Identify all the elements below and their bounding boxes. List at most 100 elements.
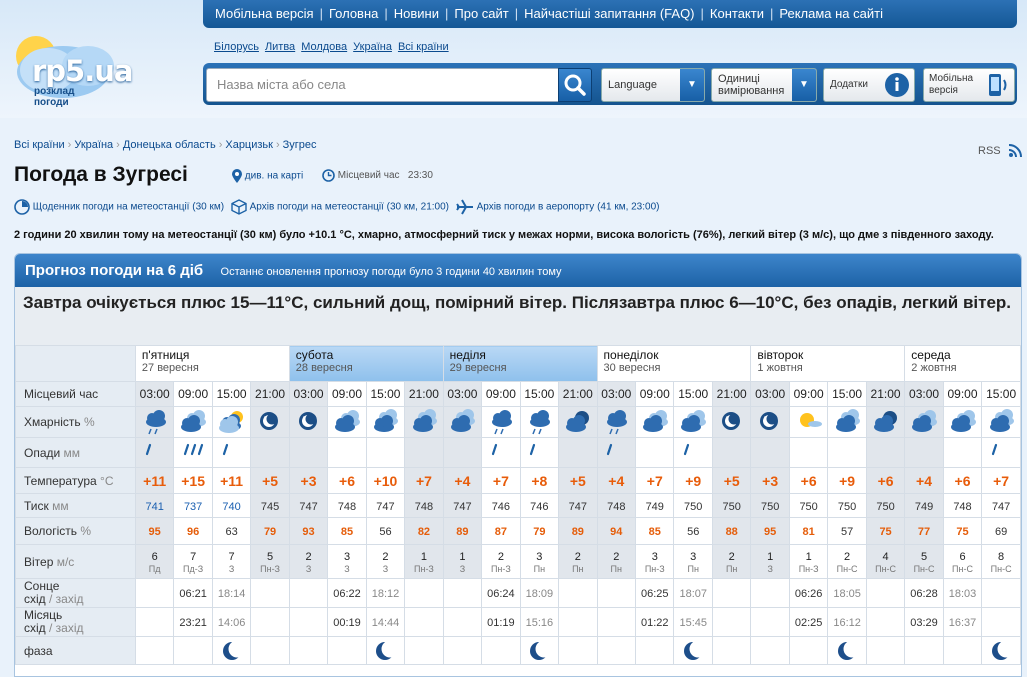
nav-link[interactable]: Новини <box>394 6 439 21</box>
day-header[interactable]: п'ятниця 27 вересня <box>134 345 290 382</box>
precip-cell[interactable] <box>288 437 329 468</box>
wind-cell[interactable]: 2 Пн <box>558 544 598 579</box>
cloud-cell[interactable] <box>673 406 713 438</box>
cloud-cell[interactable] <box>942 406 983 438</box>
cloud-cell[interactable] <box>788 406 829 438</box>
breadcrumb-link[interactable]: Україна <box>74 139 113 151</box>
wind-cell[interactable]: 5 Пн-С <box>904 544 944 579</box>
nav-link[interactable]: Мобільна версія <box>215 6 314 21</box>
search-button[interactable] <box>558 68 592 102</box>
nav-link[interactable]: Контакти <box>710 6 764 21</box>
wind-cell[interactable]: 2 Пн-С <box>827 544 867 579</box>
precip-cell[interactable] <box>250 437 290 468</box>
wind-cell[interactable]: 7З <box>211 544 252 579</box>
cloud-cell[interactable] <box>327 406 367 438</box>
precip-cell[interactable] <box>134 437 175 468</box>
day-header[interactable]: субота 28 вересня <box>288 345 444 382</box>
wind-cell[interactable]: 3З <box>327 544 367 579</box>
wind-cell[interactable]: 3 Пн <box>519 544 560 579</box>
day-header[interactable]: вівторок 1 жовтня <box>750 345 906 382</box>
precip-cell[interactable] <box>865 437 906 468</box>
precip-cell[interactable] <box>942 437 983 468</box>
precip-cell[interactable] <box>827 437 867 468</box>
precip-cell[interactable] <box>981 437 1021 468</box>
cloud-cell[interactable] <box>211 406 252 438</box>
nav-link[interactable]: Головна <box>329 6 378 21</box>
wind-cell[interactable]: 3 Пн-З <box>635 544 675 579</box>
precip-cell[interactable] <box>481 437 521 468</box>
station-archive-link[interactable]: Архів погоди на метеостанції (30 км, 21:… <box>250 202 449 213</box>
country-link[interactable]: Литва <box>265 41 295 53</box>
precip-cell[interactable] <box>442 437 483 468</box>
breadcrumb-link[interactable]: Донецька область <box>123 139 216 151</box>
day-header[interactable]: неділя 29 вересня <box>442 345 598 382</box>
wind-cell[interactable]: 2 Пн <box>711 544 752 579</box>
diary-link[interactable]: Щоденник погоди на метеостанції (30 км) <box>33 202 224 213</box>
cloud-cell[interactable] <box>558 406 598 438</box>
cloud-cell[interactable] <box>635 406 675 438</box>
precip-cell[interactable] <box>596 437 637 468</box>
cloud-cell[interactable] <box>711 406 752 438</box>
cloud-cell[interactable] <box>865 406 906 438</box>
wind-cell[interactable]: 6 Пн-С <box>942 544 983 579</box>
wind-cell[interactable]: 1З <box>750 544 790 579</box>
nav-link[interactable]: Найчастіші запитання (FAQ) <box>524 6 694 21</box>
cloud-cell[interactable] <box>288 406 329 438</box>
wind-cell[interactable]: 1З <box>442 544 483 579</box>
wind-cell[interactable]: 2З <box>288 544 329 579</box>
breadcrumb-link[interactable]: Всі країни <box>14 139 65 151</box>
precip-cell[interactable] <box>558 437 598 468</box>
breadcrumb-link[interactable]: Харцизьк <box>225 139 273 151</box>
precip-cell[interactable] <box>327 437 367 468</box>
precip-cell[interactable] <box>404 437 444 468</box>
site-logo[interactable]: rp5.ua розклад погоди <box>8 28 200 118</box>
airport-archive-link[interactable]: Архів погоди в аеропорту (41 км, 23:00) <box>477 202 660 213</box>
country-link[interactable]: Україна <box>353 41 392 53</box>
country-link[interactable]: Молдова <box>301 41 347 53</box>
precip-cell[interactable] <box>173 437 213 468</box>
precip-cell[interactable] <box>904 437 944 468</box>
precip-cell[interactable] <box>711 437 752 468</box>
precip-cell[interactable] <box>635 437 675 468</box>
nav-link[interactable]: Про сайт <box>454 6 508 21</box>
cloud-cell[interactable] <box>404 406 444 438</box>
mobile-version-button[interactable]: Мобільна версія <box>923 68 1015 102</box>
day-header[interactable]: понеділок 30 вересня <box>596 345 752 382</box>
wind-cell[interactable]: 1 Пн-З <box>404 544 444 579</box>
day-header[interactable]: середа 2 жовтня <box>904 345 1021 382</box>
cloud-cell[interactable] <box>827 406 867 438</box>
wind-cell[interactable]: 8 Пн-С <box>981 544 1021 579</box>
cloud-cell[interactable] <box>750 406 790 438</box>
precip-cell[interactable] <box>519 437 560 468</box>
wind-cell[interactable]: 4 Пн-С <box>865 544 906 579</box>
cloud-cell[interactable] <box>904 406 944 438</box>
wind-cell[interactable]: 6 Пд <box>134 544 175 579</box>
wind-cell[interactable]: 5 Пн-З <box>250 544 290 579</box>
wind-cell[interactable]: 7 Пд-З <box>173 544 213 579</box>
wind-cell[interactable]: 1 Пн-З <box>788 544 829 579</box>
precip-cell[interactable] <box>673 437 713 468</box>
cloud-cell[interactable] <box>519 406 560 438</box>
country-link[interactable]: Білорусь <box>214 41 259 53</box>
wind-cell[interactable]: 3 Пн <box>673 544 713 579</box>
cloud-cell[interactable] <box>981 406 1021 438</box>
language-select[interactable]: Language ▼ <box>601 68 705 102</box>
cloud-cell[interactable] <box>250 406 290 438</box>
nav-link[interactable]: Реклама на сайті <box>779 6 883 21</box>
cloud-cell[interactable] <box>173 406 213 438</box>
map-link[interactable]: див. на карті <box>232 169 303 183</box>
cloud-cell[interactable] <box>596 406 637 438</box>
rss-link[interactable]: RSS <box>978 144 1022 158</box>
cloud-cell[interactable] <box>365 406 406 438</box>
search-input[interactable]: Назва міста або села <box>206 68 562 102</box>
precip-cell[interactable] <box>365 437 406 468</box>
addons-button[interactable]: Додатки <box>823 68 915 102</box>
cloud-cell[interactable] <box>481 406 521 438</box>
units-select[interactable]: Одиниці вимірювання ▼ <box>711 68 817 102</box>
wind-cell[interactable]: 2 Пн <box>596 544 637 579</box>
precip-cell[interactable] <box>788 437 829 468</box>
wind-cell[interactable]: 2З <box>365 544 406 579</box>
country-link[interactable]: Всі країни <box>398 41 449 53</box>
precip-cell[interactable] <box>211 437 252 468</box>
cloud-cell[interactable] <box>134 406 175 438</box>
